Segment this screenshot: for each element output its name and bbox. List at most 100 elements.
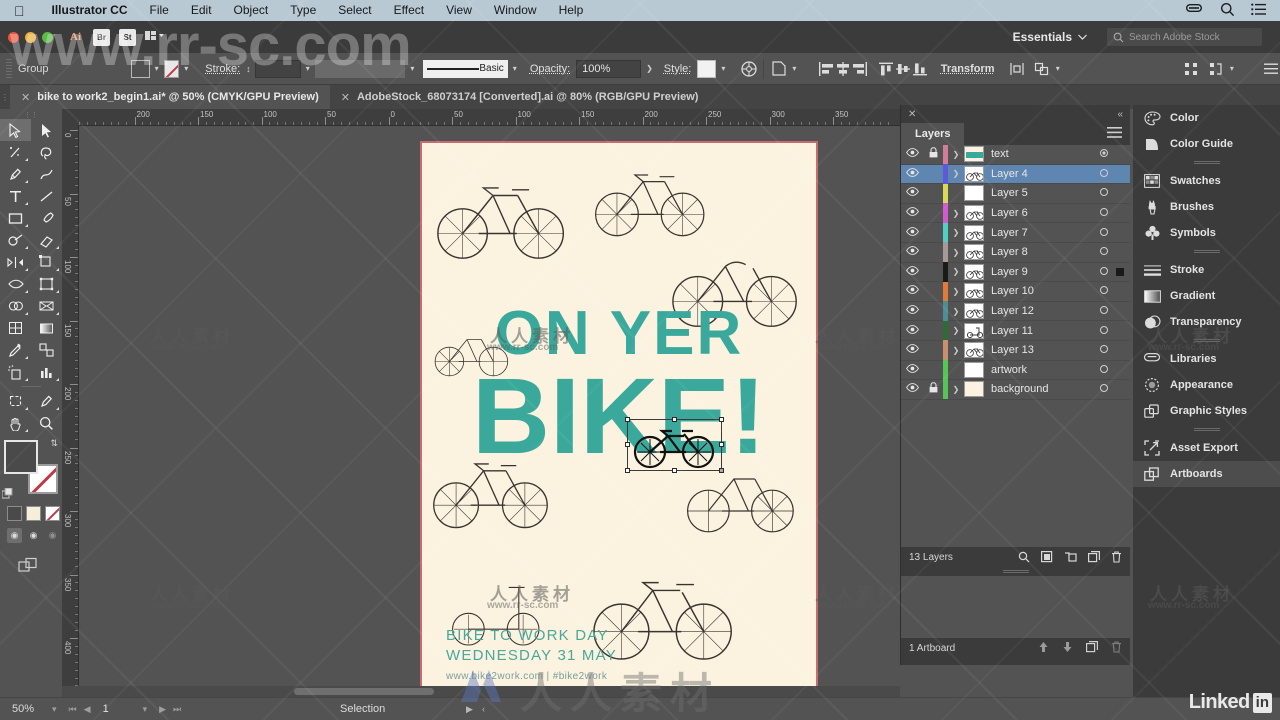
- layer-target-indicator[interactable]: [1092, 305, 1116, 317]
- layer-target-indicator[interactable]: [1092, 168, 1116, 180]
- resize-handle-middle-right[interactable]: [719, 442, 724, 447]
- document-tab-active[interactable]: ✕ bike to work2_begin1.ai* @ 50% (CMYK/G…: [10, 85, 330, 109]
- layer-visibility-icon[interactable]: [901, 344, 923, 356]
- dock-item-appearance[interactable]: Appearance: [1133, 372, 1280, 398]
- last-artboard-icon[interactable]: ⏭: [173, 704, 181, 715]
- width-profile-chevron-down-icon[interactable]: ▾: [405, 64, 419, 73]
- slice-tool[interactable]: [31, 390, 62, 412]
- stroke-color-swatch[interactable]: [164, 60, 180, 78]
- dock-item-brushes[interactable]: Brushes: [1133, 194, 1280, 220]
- document-tab-inactive[interactable]: ✕ AdobeStock_68073174 [Converted].ai @ 8…: [330, 85, 710, 109]
- locate-object-icon[interactable]: [1018, 551, 1030, 566]
- layer-visibility-icon[interactable]: [901, 285, 923, 297]
- zoom-chevron-down-icon[interactable]: ▾: [46, 704, 63, 715]
- arrange-objects-icon[interactable]: [1034, 59, 1051, 79]
- stroke-weight-field[interactable]: [255, 60, 301, 78]
- adobe-stock-search[interactable]: Search Adobe Stock: [1107, 28, 1262, 46]
- layer-row[interactable]: ❯ Layer 8: [901, 243, 1130, 263]
- opacity-field[interactable]: 100%: [576, 60, 641, 78]
- move-up-icon[interactable]: [1038, 641, 1049, 656]
- dock-item-color-guide[interactable]: Color Guide: [1133, 131, 1280, 157]
- layer-target-indicator[interactable]: [1092, 325, 1116, 337]
- align-bottom-icon[interactable]: [912, 59, 929, 79]
- resize-handle-top-center[interactable]: [672, 417, 677, 422]
- layer-visibility-icon[interactable]: [901, 305, 923, 317]
- layer-name[interactable]: Layer 11: [991, 325, 1092, 337]
- layer-row[interactable]: ❯ Layer 7: [901, 223, 1130, 243]
- layer-row[interactable]: ❯ Layer 13: [901, 341, 1130, 361]
- layer-row[interactable]: artwork: [901, 361, 1130, 381]
- opacity-flyout-icon[interactable]: ❯: [641, 64, 658, 73]
- stock-icon[interactable]: St: [119, 29, 136, 46]
- column-graph-tool[interactable]: [31, 361, 62, 383]
- layer-target-indicator[interactable]: [1092, 266, 1116, 278]
- window-controls[interactable]: [0, 32, 53, 43]
- fill-color-control[interactable]: [4, 440, 38, 474]
- layer-name[interactable]: artwork: [991, 364, 1092, 376]
- layer-expand-arrow-icon[interactable]: ❯: [948, 169, 964, 178]
- creative-cloud-icon[interactable]: [1184, 2, 1204, 19]
- list-icon[interactable]: [1251, 3, 1266, 19]
- layer-lock-icon[interactable]: [923, 147, 943, 161]
- layer-target-indicator[interactable]: [1092, 187, 1116, 199]
- layer-name[interactable]: text: [991, 148, 1092, 160]
- resize-handle-bottom-left[interactable]: [625, 468, 630, 473]
- make-clipping-mask-icon[interactable]: [1041, 551, 1053, 566]
- layer-row[interactable]: ❯ Layer 9: [901, 263, 1130, 283]
- search-icon[interactable]: [1220, 2, 1235, 20]
- ruler-corner[interactable]: [62, 109, 79, 126]
- menu-item-file[interactable]: File: [139, 0, 180, 21]
- layer-name[interactable]: Layer 4: [991, 168, 1092, 180]
- horizontal-ruler[interactable]: 020015010050050100150200250300350: [62, 109, 900, 126]
- dock-item-libraries[interactable]: Libraries: [1133, 346, 1280, 372]
- full-screen-mode-button[interactable]: ◉: [45, 528, 60, 543]
- style-chevron-down-icon[interactable]: ▾: [716, 64, 730, 73]
- selection-bounding-box[interactable]: [627, 419, 722, 471]
- layer-visibility-icon[interactable]: [901, 325, 923, 337]
- gradient-tool[interactable]: [31, 317, 62, 339]
- layer-row[interactable]: ❯ Layer 12: [901, 302, 1130, 322]
- paintbrush-tool[interactable]: [31, 207, 62, 229]
- swap-fill-stroke-icon[interactable]: ⇅: [50, 438, 58, 449]
- resize-handle-middle-left[interactable]: [625, 442, 630, 447]
- graphic-style-swatch[interactable]: [697, 60, 716, 78]
- layer-name[interactable]: Layer 10: [991, 285, 1092, 297]
- eyedropper-tool[interactable]: [0, 339, 31, 361]
- tab-bar-grip[interactable]: ⋮: [0, 85, 10, 109]
- layer-name[interactable]: Layer 12: [991, 305, 1092, 317]
- layer-name[interactable]: background: [991, 383, 1092, 395]
- layer-visibility-icon[interactable]: [901, 207, 923, 219]
- close-tab-icon[interactable]: ✕: [341, 91, 350, 104]
- artboard-number-field[interactable]: 1: [97, 703, 137, 715]
- delete-artboard-icon[interactable]: [1111, 641, 1122, 656]
- artboard[interactable]: ON YER BIKE! BIKE TO WORK DAY WEDNESDAY …: [420, 141, 818, 697]
- resize-handle-top-right[interactable]: [719, 417, 724, 422]
- tab-layers[interactable]: Layers: [901, 123, 964, 145]
- layer-name[interactable]: Layer 9: [991, 266, 1092, 278]
- artboards-panel-body[interactable]: [901, 576, 1130, 638]
- color-swatch-button[interactable]: [7, 506, 22, 521]
- tools-panel-grip[interactable]: ⋮⋮: [0, 111, 62, 119]
- move-down-icon[interactable]: [1062, 641, 1073, 656]
- dock-item-asset-export[interactable]: Asset Export: [1133, 435, 1280, 461]
- layer-name[interactable]: Layer 6: [991, 207, 1092, 219]
- full-screen-menu-mode-button[interactable]: ◉: [26, 528, 41, 543]
- delete-selection-icon[interactable]: [1111, 551, 1122, 566]
- layer-name[interactable]: Layer 7: [991, 227, 1092, 239]
- free-transform-tool[interactable]: [31, 273, 62, 295]
- default-fill-stroke-icon[interactable]: [2, 488, 14, 500]
- layer-expand-arrow-icon[interactable]: ❯: [948, 248, 964, 257]
- collapse-icon[interactable]: «: [1117, 109, 1123, 120]
- align-right-icon[interactable]: [852, 59, 869, 79]
- dock-item-transparency[interactable]: Transparency: [1133, 309, 1280, 335]
- layer-row[interactable]: ❯ Layer 6: [901, 204, 1130, 224]
- line-segment-tool[interactable]: [31, 185, 62, 207]
- maximize-window-button[interactable]: [42, 32, 53, 43]
- recolor-artwork-icon[interactable]: [740, 59, 757, 79]
- eraser-tool[interactable]: [31, 229, 62, 251]
- create-new-layer-icon[interactable]: [1088, 551, 1100, 566]
- layer-row[interactable]: ❯ text: [901, 145, 1130, 165]
- dock-item-symbols[interactable]: Symbols: [1133, 220, 1280, 246]
- layer-target-indicator[interactable]: [1092, 383, 1116, 395]
- layer-visibility-icon[interactable]: [901, 383, 923, 395]
